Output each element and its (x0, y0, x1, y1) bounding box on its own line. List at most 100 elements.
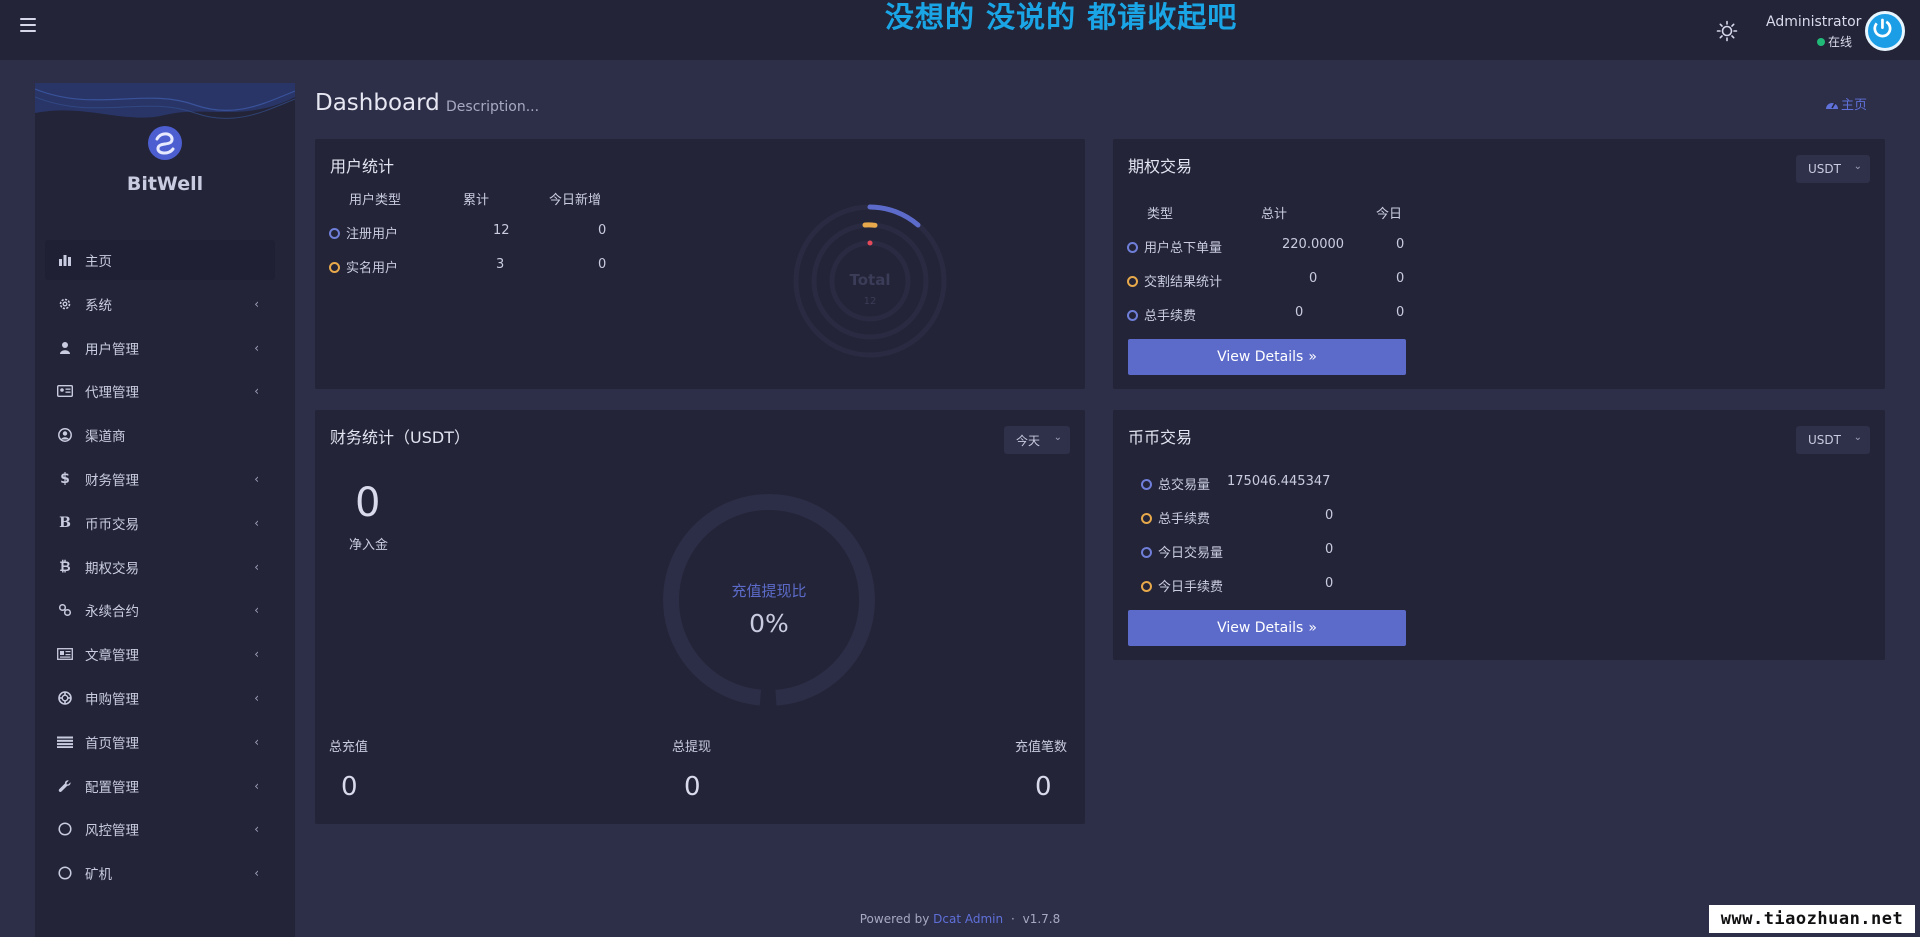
options-row-total: 0 (1295, 305, 1304, 320)
row-type: 总手续费 (1144, 309, 1197, 324)
chevron-left-icon: ‹ (254, 559, 259, 574)
coin-row-value: 175046.445347 (1227, 474, 1331, 489)
user-stats-row-total: 3 (496, 257, 505, 272)
chevron-left-icon: ‹ (254, 734, 259, 749)
avatar[interactable] (1865, 11, 1905, 51)
options-row-total: 0 (1309, 271, 1318, 286)
legend-dot-icon (1127, 310, 1138, 321)
user-stats-row-today: 0 (598, 257, 607, 272)
user-stats-header-type: 用户类型 (349, 193, 402, 208)
sidebar-item-label: 系统 (85, 297, 112, 314)
user-stats-row-total: 12 (493, 223, 510, 238)
sidebar-item-label: 矿机 (85, 867, 112, 884)
sidebar-item-0[interactable]: 主页 (45, 240, 275, 280)
sidebar-item-11[interactable]: 首页管理 ‹ (45, 722, 275, 762)
sidebar-menu: 主页 系统 ‹ 用户管理 ‹ 代理管理 ‹ 渠道商 $ 财务管理 ‹ B 币币交易 ‹ ₿ 期权交易 ‹ 永续合约… (45, 240, 275, 897)
options-row: 交割结果统计 (1127, 271, 1222, 290)
select-value: USDT (1808, 433, 1841, 447)
sidebar-item-2[interactable]: 用户管理 ‹ (45, 328, 275, 368)
bold-b-icon: B (59, 514, 71, 531)
sidebar-item-label: 文章管理 (85, 648, 139, 665)
breadcrumb[interactable]: 主页 (1825, 94, 1867, 113)
sun-icon[interactable] (1716, 20, 1738, 42)
sidebar-item-label: 财务管理 (85, 472, 139, 489)
user-stats-header-total: 累计 (463, 193, 490, 208)
sidebar-item-12[interactable]: 配置管理 ‹ (45, 766, 275, 806)
sidebar-item-7[interactable]: ₿ 期权交易 ‹ (45, 547, 275, 587)
legend-dot-icon (1141, 547, 1152, 558)
user-stats-radial-chart: Total 12 (793, 204, 947, 358)
options-currency-select[interactable]: USDT ⌄ (1796, 155, 1870, 183)
footer: Powered by Dcat Admin · v1.7.8 (0, 912, 1920, 926)
finance-card: 财务统计（USDT） 今天 ⌄ 0 净入金 充值提现比 0% 总充值 0 总提现 … (315, 410, 1085, 824)
row-label: 总交易量 (1158, 478, 1211, 493)
ratio-label: 充值提现比 (731, 582, 806, 600)
row-label: 今日交易量 (1158, 546, 1224, 561)
sidebar-item-9[interactable]: 文章管理 ‹ (45, 634, 275, 674)
top-navbar: 没想的 没说的 都请收起吧 Administrator 在线 (0, 0, 1920, 60)
online-dot-icon (1817, 38, 1825, 46)
options-header-total: 总计 (1261, 207, 1288, 222)
row-label: 今日手续费 (1158, 580, 1224, 595)
finance-title: 财务统计（USDT） (330, 428, 470, 447)
list-icon (57, 734, 73, 750)
sidebar-item-5[interactable]: $ 财务管理 ‹ (45, 459, 275, 499)
legend-dot-icon (329, 228, 340, 239)
user-stats-row: 实名用户 (329, 257, 398, 276)
sidebar-item-4[interactable]: 渠道商 (45, 415, 275, 455)
footer-link[interactable]: Dcat Admin (933, 912, 1003, 926)
user-icon (57, 340, 73, 356)
breadcrumb-home[interactable]: 主页 (1841, 98, 1867, 113)
sidebar-item-14[interactable]: 矿机 ‹ (45, 853, 275, 893)
sidebar-item-13[interactable]: 风控管理 ‹ (45, 809, 275, 849)
legend-dot-icon (329, 262, 340, 273)
net-deposit-label: 净入金 (349, 538, 389, 553)
coin-currency-select[interactable]: USDT ⌄ (1796, 426, 1870, 454)
coin-row: 今日手续费 (1141, 576, 1223, 595)
radial-total-value: 12 (864, 296, 877, 307)
legend-dot-icon (1141, 513, 1152, 524)
sidebar-item-label: 币币交易 (85, 516, 139, 533)
sidebar-item-3[interactable]: 代理管理 ‹ (45, 371, 275, 411)
sidebar-item-1[interactable]: 系统 ‹ (45, 284, 275, 324)
bar-chart-icon (57, 252, 73, 268)
select-value: USDT (1808, 162, 1841, 176)
sidebar-item-label: 代理管理 (85, 385, 139, 402)
circle-icon (57, 821, 73, 837)
gear-icon (57, 296, 73, 312)
options-view-details-button[interactable]: View Details» (1128, 339, 1406, 375)
circle-icon (57, 865, 73, 881)
coin-view-details-button[interactable]: View Details» (1128, 610, 1406, 646)
sidebar-item-6[interactable]: B 币币交易 ‹ (45, 503, 275, 543)
options-row-today: 0 (1396, 305, 1405, 320)
options-row-total: 220.0000 (1282, 237, 1345, 252)
dashboard-gauge-icon (1826, 102, 1838, 109)
wrench-icon (57, 778, 73, 794)
finance-period-select[interactable]: 今天 ⌄ (1004, 426, 1070, 454)
coin-trade-title: 币币交易 (1128, 428, 1193, 447)
chevron-left-icon: ‹ (254, 690, 259, 705)
chevron-left-icon: ‹ (254, 603, 259, 618)
user-stats-header-today: 今日新增 (549, 193, 602, 208)
user-status-text: 在线 (1828, 35, 1853, 49)
coin-row-value: 0 (1325, 508, 1334, 523)
options-row-today: 0 (1396, 271, 1405, 286)
double-chevron-right-icon: » (1308, 349, 1317, 365)
sidebar-item-10[interactable]: 申购管理 ‹ (45, 678, 275, 718)
ratio-value: 0% (749, 609, 789, 638)
user-stats-row-today: 0 (598, 223, 607, 238)
row-type: 实名用户 (346, 261, 399, 276)
chevron-left-icon: ‹ (254, 384, 259, 399)
newspaper-icon (57, 646, 73, 662)
coin-row-value: 0 (1325, 542, 1334, 557)
menu-toggle-icon[interactable] (20, 18, 36, 32)
row-type: 注册用户 (346, 227, 399, 242)
chevron-left-icon: ‹ (254, 778, 259, 793)
user-name[interactable]: Administrator (1766, 14, 1861, 30)
chevron-left-icon: ‹ (254, 515, 259, 530)
chevron-down-icon: ⌄ (1853, 432, 1862, 443)
user-stats-card: 用户统计 用户类型 累计 今日新增 注册用户 12 0 实名用户 3 0 Tot… (315, 139, 1085, 389)
bitwell-logo-icon (148, 126, 182, 160)
sidebar-item-8[interactable]: 永续合约 ‹ (45, 590, 275, 630)
chevron-left-icon: ‹ (254, 471, 259, 486)
